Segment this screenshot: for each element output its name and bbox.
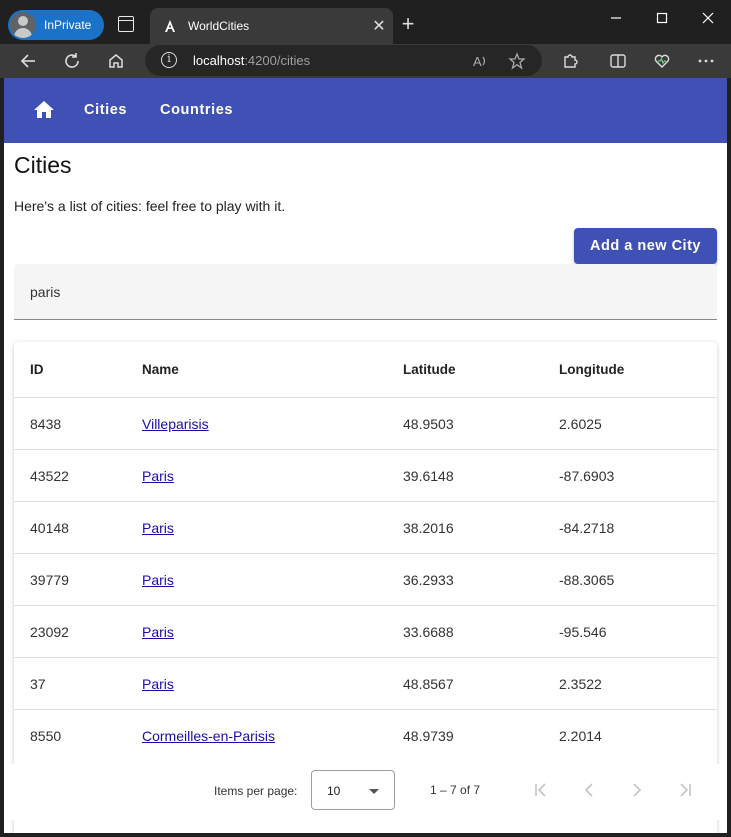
svg-text:A: A: [473, 54, 482, 69]
app-navbar: Cities Countries: [4, 78, 727, 143]
window-close-icon[interactable]: [696, 6, 720, 30]
cell-name: Paris: [142, 624, 174, 640]
cell-latitude: 48.9739: [403, 728, 454, 744]
items-per-page-label: Items per page:: [214, 784, 298, 798]
profile-avatar: [10, 12, 36, 38]
tab-actions-icon[interactable]: [118, 16, 134, 32]
cell-latitude: 48.9503: [403, 416, 454, 432]
page-intro: Here's a list of cities: feel free to pl…: [14, 198, 286, 214]
first-page-icon[interactable]: [529, 778, 553, 802]
read-aloud-icon[interactable]: A: [468, 49, 492, 73]
tab-title: WorldCities: [188, 19, 250, 33]
city-link[interactable]: Paris: [142, 468, 174, 484]
cell-id: 40148: [30, 520, 69, 536]
more-menu-icon[interactable]: [694, 49, 718, 73]
cities-table: ID Name Latitude Longitude 8438 Villepar…: [14, 342, 717, 833]
cell-latitude: 38.2016: [403, 520, 454, 536]
nav-link-cities[interactable]: Cities: [84, 102, 127, 118]
column-header-latitude[interactable]: Latitude: [403, 362, 456, 377]
table-row: 39779 Paris 36.2933 -88.3065: [14, 554, 717, 606]
cell-id: 23092: [30, 624, 69, 640]
cell-name: Paris: [142, 468, 174, 484]
cell-name: Paris: [142, 676, 174, 692]
inprivate-label: InPrivate: [44, 18, 92, 32]
split-screen-icon[interactable]: [606, 49, 630, 73]
city-link[interactable]: Paris: [142, 520, 174, 536]
favorite-star-icon[interactable]: [505, 49, 529, 73]
cell-name: Paris: [142, 520, 174, 536]
cell-longitude: 2.3522: [559, 676, 602, 692]
cell-latitude: 39.6148: [403, 468, 454, 484]
home-icon[interactable]: [32, 98, 56, 122]
city-link[interactable]: Paris: [142, 572, 174, 588]
table-row: 23092 Paris 33.6688 -95.546: [14, 606, 717, 658]
cell-latitude: 48.8567: [403, 676, 454, 692]
back-icon[interactable]: [16, 49, 40, 73]
cell-id: 8438: [30, 416, 62, 432]
next-page-icon[interactable]: [625, 778, 649, 802]
filter-input[interactable]: [30, 280, 690, 304]
city-link[interactable]: Villeparisis: [142, 416, 209, 432]
nav-link-countries[interactable]: Countries: [160, 102, 233, 118]
new-tab-icon[interactable]: +: [396, 12, 420, 36]
home-browser-icon[interactable]: [104, 49, 128, 73]
cell-id: 37: [30, 676, 46, 692]
city-link[interactable]: Cormeilles-en-Parisis: [142, 728, 275, 744]
address-bar[interactable]: localhost:4200/cities A: [145, 45, 542, 76]
column-header-longitude[interactable]: Longitude: [559, 362, 624, 377]
extensions-icon[interactable]: [558, 49, 582, 73]
cell-longitude: 2.2014: [559, 728, 602, 744]
page-size-select[interactable]: 10: [311, 770, 395, 810]
page-title: Cities: [14, 152, 72, 178]
browser-toolbar: localhost:4200/cities A: [0, 44, 731, 78]
url-text[interactable]: localhost:4200/cities: [193, 53, 310, 68]
maximize-icon[interactable]: [650, 6, 674, 30]
site-info-icon[interactable]: [161, 52, 177, 68]
table-row: 8438 Villeparisis 48.9503 2.6025: [14, 398, 717, 450]
page-range-label: 1 – 7 of 7: [430, 783, 481, 797]
table-row: 8550 Cormeilles-en-Parisis 48.9739 2.201…: [14, 710, 717, 762]
cell-name: Paris: [142, 572, 174, 588]
minimize-icon[interactable]: [604, 6, 628, 30]
cell-latitude: 33.6688: [403, 624, 454, 640]
page-size-value: 10: [327, 784, 341, 798]
column-header-name[interactable]: Name: [142, 362, 179, 377]
cell-name: Villeparisis: [142, 416, 209, 432]
cell-id: 43522: [30, 468, 69, 484]
cell-longitude: -84.2718: [559, 520, 615, 536]
cell-id: 8550: [30, 728, 62, 744]
cell-name: Cormeilles-en-Parisis: [142, 728, 275, 744]
page-viewport: Cities Countries Cities Here's a list of…: [4, 78, 727, 833]
table-header-row: ID Name Latitude Longitude: [14, 342, 717, 398]
table-row: 43522 Paris 39.6148 -87.6903: [14, 450, 717, 502]
cell-id: 39779: [30, 572, 69, 588]
browser-tab-active[interactable]: WorldCities ✕: [150, 8, 393, 44]
filter-field[interactable]: [14, 264, 717, 320]
table-row: 40148 Paris 38.2016 -84.2718: [14, 502, 717, 554]
previous-page-icon[interactable]: [577, 778, 601, 802]
city-link[interactable]: Paris: [142, 676, 174, 692]
dropdown-arrow-icon: [369, 789, 379, 794]
tab-close-icon[interactable]: ✕: [365, 16, 393, 36]
cell-longitude: 2.6025: [559, 416, 602, 432]
cell-latitude: 36.2933: [403, 572, 454, 588]
inprivate-badge[interactable]: InPrivate: [8, 10, 104, 40]
refresh-icon[interactable]: [60, 49, 84, 73]
cell-longitude: -88.3065: [559, 572, 615, 588]
table-row: 37 Paris 48.8567 2.3522: [14, 658, 717, 710]
paginator: Items per page: 10 1 – 7 of 7: [4, 764, 727, 820]
browser-titlebar: InPrivate WorldCities ✕ +: [0, 0, 731, 44]
browser-essentials-icon[interactable]: [650, 49, 674, 73]
last-page-icon[interactable]: [673, 778, 697, 802]
add-city-button[interactable]: Add a new City: [574, 228, 717, 264]
cell-longitude: -95.546: [559, 624, 607, 640]
cell-longitude: -87.6903: [559, 468, 615, 484]
column-header-id[interactable]: ID: [30, 362, 44, 377]
city-link[interactable]: Paris: [142, 624, 174, 640]
angular-icon: [162, 18, 178, 34]
